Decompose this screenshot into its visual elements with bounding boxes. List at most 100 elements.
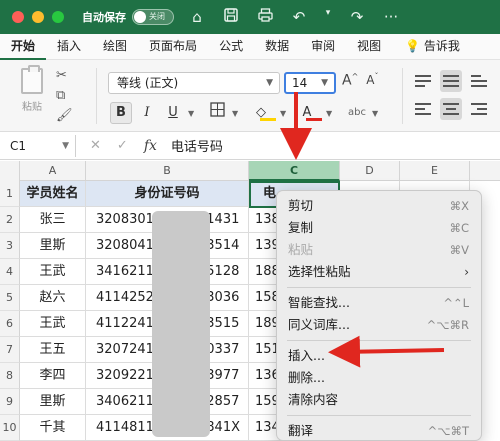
- cell-name[interactable]: 千其: [20, 415, 86, 441]
- row-header[interactable]: 4: [0, 259, 20, 285]
- cell-name[interactable]: 赵六: [20, 285, 86, 311]
- toggle-label: 关闭: [149, 12, 165, 21]
- cell-name[interactable]: 里斯: [20, 233, 86, 259]
- close-window-button[interactable]: [12, 11, 24, 23]
- grow-font-icon[interactable]: A^: [342, 72, 358, 89]
- row-header[interactable]: 8: [0, 363, 20, 389]
- chevron-down-icon[interactable]: ▾: [324, 8, 332, 26]
- menu-item-copy[interactable]: 复制 ⌘C: [277, 217, 481, 239]
- menu-item-translate[interactable]: 翻译 ^⌥⌘T: [277, 420, 481, 441]
- phonetic-icon[interactable]: abc: [346, 102, 368, 124]
- tab-review[interactable]: 审阅: [300, 34, 346, 60]
- column-headers: A B C D E: [0, 161, 500, 181]
- home-icon[interactable]: ⌂: [188, 8, 206, 26]
- print-icon[interactable]: [256, 8, 274, 26]
- autosave-toggle[interactable]: 关闭: [132, 9, 174, 25]
- row-header[interactable]: 10: [0, 415, 20, 441]
- menu-item-paste[interactable]: 粘贴 ⌘V: [277, 239, 481, 261]
- menu-item-delete[interactable]: 删除...: [277, 367, 481, 389]
- row-header[interactable]: 3: [0, 233, 20, 259]
- font-size-tools: A^ Aˇ: [342, 72, 379, 89]
- save-icon[interactable]: [222, 8, 240, 26]
- align-right-icon[interactable]: [468, 98, 490, 120]
- chevron-down-icon[interactable]: ▼: [232, 109, 240, 118]
- tab-insert[interactable]: 插入: [46, 34, 92, 60]
- align-center-icon[interactable]: [440, 98, 462, 120]
- row-header[interactable]: 1: [0, 181, 20, 207]
- column-header-d[interactable]: D: [340, 161, 400, 181]
- tab-home[interactable]: 开始: [0, 34, 47, 60]
- redo-icon[interactable]: ↷: [348, 8, 366, 26]
- menu-item-cut[interactable]: 剪切 ⌘X: [277, 195, 481, 217]
- select-all-corner[interactable]: [0, 161, 20, 181]
- chevron-down-icon: ▼: [266, 78, 273, 88]
- underline-button[interactable]: U: [162, 102, 184, 124]
- fill-color-icon[interactable]: ◇: [250, 102, 272, 124]
- cell-name[interactable]: 张三: [20, 207, 86, 233]
- menu-item-label: 复制: [288, 220, 314, 235]
- cell-name[interactable]: 里斯: [20, 389, 86, 415]
- cell-name[interactable]: 王五: [20, 337, 86, 363]
- shrink-font-icon[interactable]: Aˇ: [366, 72, 378, 89]
- more-icon[interactable]: ···: [382, 8, 400, 26]
- tell-me-box[interactable]: 💡 告诉我: [392, 34, 471, 60]
- paste-button[interactable]: 粘贴: [12, 65, 52, 113]
- formula-input[interactable]: 电话号码: [171, 136, 223, 155]
- align-top-icon[interactable]: [412, 70, 434, 92]
- column-header-a[interactable]: A: [20, 161, 86, 181]
- bold-button[interactable]: B: [110, 102, 132, 124]
- header-cell-name[interactable]: 学员姓名: [20, 181, 86, 207]
- tab-draw[interactable]: 绘图: [92, 34, 138, 60]
- name-box-value: C1: [10, 138, 27, 153]
- borders-icon[interactable]: [206, 102, 228, 124]
- row-header[interactable]: 6: [0, 311, 20, 337]
- row-header[interactable]: 2: [0, 207, 20, 233]
- menu-separator: [287, 340, 471, 341]
- zoom-window-button[interactable]: [52, 11, 64, 23]
- column-header-c[interactable]: C: [249, 161, 340, 181]
- copy-icon[interactable]: ⧉: [56, 88, 84, 103]
- id-prefix: 3208301: [96, 212, 154, 227]
- header-cell-id[interactable]: 身份证号码: [86, 181, 249, 207]
- column-header-b[interactable]: B: [86, 161, 249, 181]
- row-header[interactable]: 9: [0, 389, 20, 415]
- font-color-icon[interactable]: A: [296, 102, 318, 124]
- id-prefix: 3416211: [96, 264, 154, 279]
- cell-name[interactable]: 李四: [20, 363, 86, 389]
- menu-separator: [287, 287, 471, 288]
- cancel-icon[interactable]: ✕: [90, 138, 101, 153]
- menu-shortcut: ^⌥⌘T: [427, 424, 469, 438]
- menu-item-smart-lookup[interactable]: 智能查找... ^⌃L: [277, 292, 481, 314]
- menu-item-paste-special[interactable]: 选择性粘贴 ›: [277, 261, 481, 283]
- chevron-down-icon[interactable]: ▼: [326, 109, 334, 118]
- chevron-down-icon[interactable]: ▼: [188, 109, 196, 118]
- menu-item-insert[interactable]: 插入...: [277, 345, 481, 367]
- menu-item-thesaurus[interactable]: 同义词库... ^⌥⌘R: [277, 314, 481, 336]
- row-header[interactable]: 5: [0, 285, 20, 311]
- undo-icon[interactable]: ↶: [290, 8, 308, 26]
- align-left-icon[interactable]: [412, 98, 434, 120]
- tab-page-layout[interactable]: 页面布局: [138, 34, 208, 60]
- column-header-e[interactable]: E: [400, 161, 470, 181]
- insert-function-icon[interactable]: fx: [144, 138, 157, 154]
- align-middle-icon[interactable]: [440, 70, 462, 92]
- format-painter-icon[interactable]: 🖌: [56, 108, 84, 123]
- align-bottom-icon[interactable]: [468, 70, 490, 92]
- italic-button[interactable]: I: [136, 102, 158, 124]
- tab-view[interactable]: 视图: [346, 34, 392, 60]
- tab-formulas[interactable]: 公式: [208, 34, 254, 60]
- font-name-select[interactable]: 等线 (正文) ▼: [108, 72, 280, 94]
- row-header[interactable]: 7: [0, 337, 20, 363]
- scissors-icon[interactable]: ✂: [56, 68, 84, 83]
- menu-item-clear-contents[interactable]: 清除内容: [277, 389, 481, 411]
- tab-data[interactable]: 数据: [254, 34, 300, 60]
- cell-name[interactable]: 王武: [20, 311, 86, 337]
- cell-name[interactable]: 王武: [20, 259, 86, 285]
- name-box[interactable]: C1 ▼: [4, 134, 76, 157]
- minimize-window-button[interactable]: [32, 11, 44, 23]
- chevron-down-icon[interactable]: ▼: [372, 109, 380, 118]
- font-size-select[interactable]: 14 ▼: [284, 72, 336, 94]
- chevron-down-icon[interactable]: ▼: [280, 109, 288, 118]
- confirm-icon[interactable]: ✓: [117, 138, 128, 153]
- menu-item-label: 删除...: [288, 370, 325, 385]
